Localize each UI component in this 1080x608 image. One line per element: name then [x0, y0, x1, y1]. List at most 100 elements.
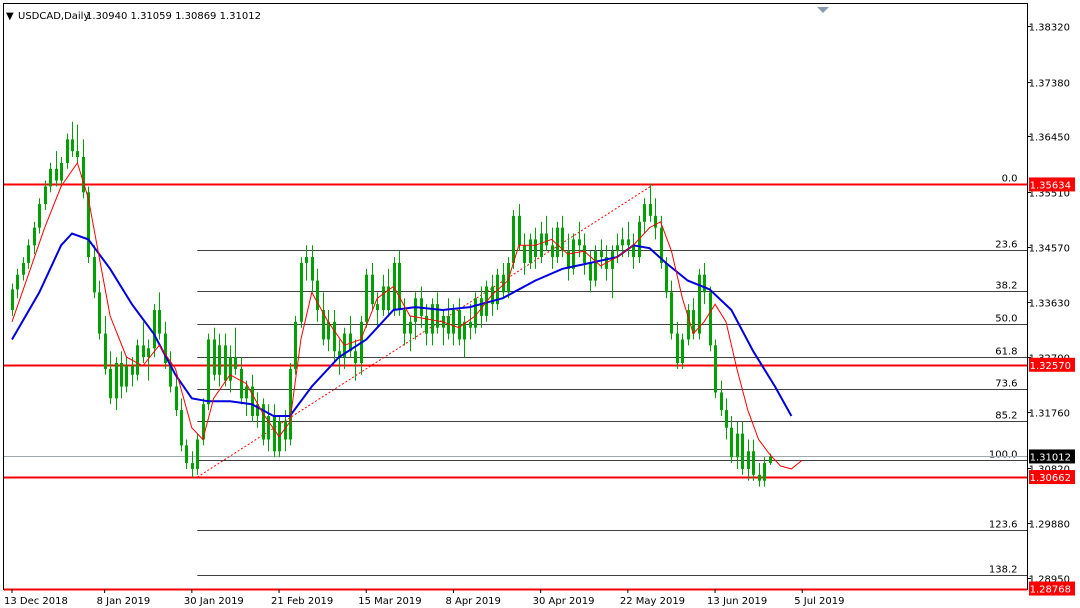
price-axis-label: 1.37380 [1029, 79, 1070, 90]
candle [365, 268, 368, 328]
candle-body [458, 310, 461, 340]
chart-window[interactable]: ▼ USDCAD,Daily 1.30940 1.31059 1.30869 1… [0, 0, 1080, 608]
fib-level-label: 138.2 [989, 565, 1018, 576]
symbol-label: USDCAD,Daily [18, 11, 89, 22]
candle-body [316, 280, 319, 311]
horizontal-levels[interactable] [4, 183, 1027, 591]
level-price-tag-label: 1.35634 [1030, 180, 1071, 191]
candle-body [681, 339, 684, 364]
candle [534, 227, 537, 269]
candle-body [545, 233, 548, 246]
price-chart[interactable]: ▼ USDCAD,Daily 1.30940 1.31059 1.30869 1… [0, 0, 1080, 608]
candle [196, 433, 199, 475]
candle-body [311, 257, 314, 281]
fib-level-label: 23.6 [995, 240, 1017, 251]
collapse-triangle-icon[interactable]: ▼ [6, 11, 14, 22]
candle [436, 292, 439, 334]
time-axis-label: 8 Jan 2019 [97, 596, 151, 607]
fib-level-label: 38.2 [995, 281, 1017, 292]
candle-body [153, 310, 156, 349]
candle-body [469, 321, 472, 328]
price-axis-label: 1.29880 [1029, 520, 1070, 531]
candle-body [720, 392, 723, 411]
candle-body [534, 239, 537, 258]
candle [191, 451, 194, 478]
candle [551, 227, 554, 269]
candle-body [11, 289, 14, 311]
candle-body [240, 368, 243, 399]
candle [545, 215, 548, 252]
candle-body [305, 257, 308, 263]
candle-body [131, 365, 134, 375]
candle [447, 298, 450, 340]
candle-body [670, 292, 673, 334]
candle-body [665, 262, 668, 293]
candle-body [218, 345, 221, 375]
candle [452, 304, 455, 346]
candle-body [251, 386, 254, 416]
fib-level-label: 85.2 [995, 411, 1017, 422]
candle-body [730, 427, 733, 458]
candle-body [38, 204, 41, 228]
candle-body [578, 239, 581, 246]
candle [213, 327, 216, 381]
candle [267, 404, 270, 452]
candle-body [207, 339, 210, 405]
price-axis-label: 1.34570 [1029, 244, 1070, 255]
candle [529, 233, 532, 269]
candle-body [93, 257, 96, 293]
candle [752, 439, 755, 481]
candle [234, 327, 237, 375]
candle [523, 233, 526, 275]
price-tags: 1.35634 1.32570 1.30662 1.28768 1.31012 [1029, 177, 1075, 596]
candle [736, 421, 739, 469]
candle-body [224, 345, 227, 381]
candle-body [714, 345, 717, 393]
candle [33, 221, 36, 255]
candle [725, 398, 728, 440]
candle [556, 221, 559, 263]
candle [229, 345, 232, 393]
candle [518, 204, 521, 252]
candle-body [49, 168, 52, 187]
candle [681, 333, 684, 369]
candle-body [185, 445, 188, 464]
time-axis-label: 21 Feb 2019 [271, 596, 333, 607]
candle [289, 363, 292, 446]
candle-body [621, 239, 624, 246]
candle [218, 333, 221, 387]
candle-body [289, 368, 292, 440]
time-axis-label: 13 Dec 2018 [4, 596, 68, 607]
candle [169, 351, 172, 393]
candle-body [60, 162, 63, 181]
candle-body [474, 298, 477, 328]
candle-body [191, 463, 194, 469]
candle-body [698, 274, 701, 334]
candle-body [234, 357, 237, 369]
time-axis-label: 13 Jun 2019 [707, 596, 767, 607]
candle-body [414, 298, 417, 322]
fast-moving-average-line [11, 161, 803, 470]
candle-body [142, 345, 145, 358]
candle-body [213, 339, 216, 375]
candle-body [769, 456, 772, 464]
candle [616, 233, 619, 263]
candle-body [284, 421, 287, 440]
candle [131, 357, 134, 387]
candle [104, 315, 107, 375]
candle [207, 333, 210, 411]
candle [387, 268, 390, 316]
price-axis: 1.383201.373801.364501.355101.345701.336… [1027, 23, 1070, 586]
candle-body [382, 286, 385, 311]
candle [55, 151, 58, 187]
candle [654, 198, 657, 240]
candlesticks [11, 121, 772, 487]
candle [16, 268, 19, 299]
moving-averages [11, 161, 803, 470]
chart-shift-marker-icon[interactable] [817, 7, 829, 13]
candle [572, 233, 575, 275]
candle [180, 398, 183, 452]
ohlc-label: 1.30940 1.31059 1.30869 1.31012 [86, 11, 261, 22]
candle-body [120, 363, 123, 387]
fib-level-label: 0.0 [1002, 174, 1018, 185]
